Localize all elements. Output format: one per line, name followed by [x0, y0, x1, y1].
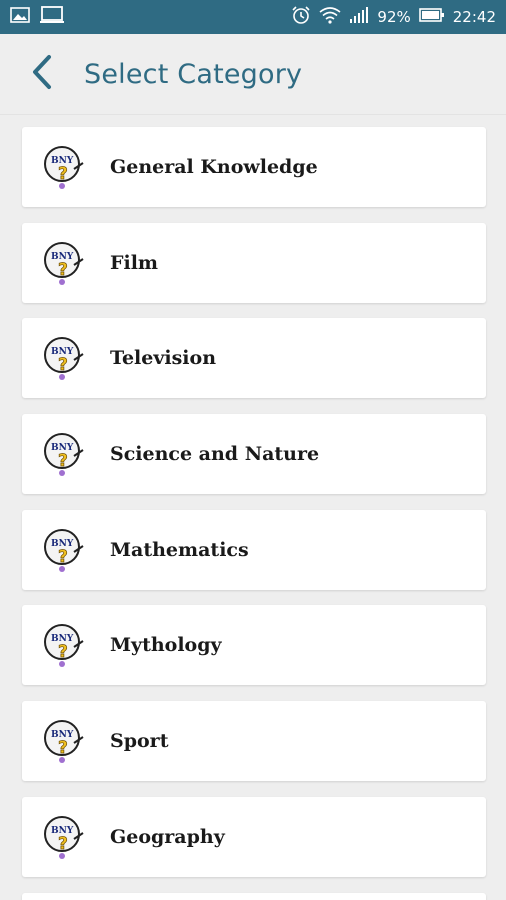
back-button[interactable] — [22, 54, 62, 94]
category-label: Mathematics — [110, 538, 249, 561]
app-bar: Select Category — [0, 34, 506, 115]
category-item-mathematics[interactable]: BNY ? Mathematics — [22, 509, 486, 590]
category-label: General Knowledge — [110, 156, 318, 178]
quiz-logo-icon: BNY ? — [38, 526, 86, 574]
svg-text:?: ? — [58, 642, 68, 662]
svg-text:?: ? — [58, 260, 68, 280]
wifi-icon — [319, 6, 341, 28]
status-time: 22:42 — [452, 8, 496, 26]
category-label: Film — [110, 251, 159, 274]
category-label: Mythology — [110, 634, 222, 657]
category-label: Television — [110, 347, 217, 370]
quiz-logo-icon: BNY ? — [38, 717, 86, 765]
alarm-icon — [291, 5, 311, 29]
status-left — [10, 6, 64, 28]
status-right: 92% 22:42 — [291, 5, 496, 29]
category-item-general-knowledge[interactable]: BNY ? General Knowledge — [22, 127, 486, 207]
quiz-logo-icon: BNY ? — [38, 621, 86, 669]
svg-text:?: ? — [58, 451, 68, 471]
category-item-partial[interactable] — [22, 892, 486, 900]
quiz-logo-icon: BNY ? — [38, 143, 86, 191]
quiz-logo-icon: BNY ? — [38, 334, 86, 382]
category-item-film[interactable]: BNY ? Film — [22, 222, 486, 303]
screen-cast-icon — [40, 6, 64, 28]
battery-percent: 92% — [377, 8, 411, 26]
quiz-logo-icon: BNY ? — [38, 813, 86, 861]
svg-text:?: ? — [58, 164, 68, 184]
image-icon — [10, 7, 30, 27]
category-item-sport[interactable]: BNY ? Sport — [22, 701, 486, 782]
page-title: Select Category — [84, 58, 303, 90]
svg-text:?: ? — [58, 547, 68, 567]
battery-icon — [418, 7, 445, 27]
quiz-logo-icon: BNY ? — [38, 239, 86, 287]
category-item-geography[interactable]: BNY ? Geography — [22, 796, 486, 877]
category-label: Geography — [110, 825, 225, 848]
signal-icon — [349, 7, 369, 27]
category-item-television[interactable]: BNY ? Television — [22, 318, 486, 399]
category-list: BNY ? General Knowledge BNY ? Film BNY ?… — [22, 127, 486, 900]
category-label: Sport — [110, 730, 169, 753]
back-arrow-icon — [30, 54, 54, 94]
category-item-science-and-nature[interactable]: BNY ? Science and Nature — [22, 414, 486, 495]
quiz-logo-icon: BNY ? — [38, 430, 86, 478]
category-item-mythology[interactable]: BNY ? Mythology — [22, 605, 486, 686]
svg-text:?: ? — [58, 355, 68, 375]
svg-text:?: ? — [58, 834, 68, 854]
svg-text:?: ? — [58, 738, 68, 758]
category-label: Science and Nature — [110, 443, 320, 466]
status-bar: 92% 22:42 — [0, 0, 506, 34]
